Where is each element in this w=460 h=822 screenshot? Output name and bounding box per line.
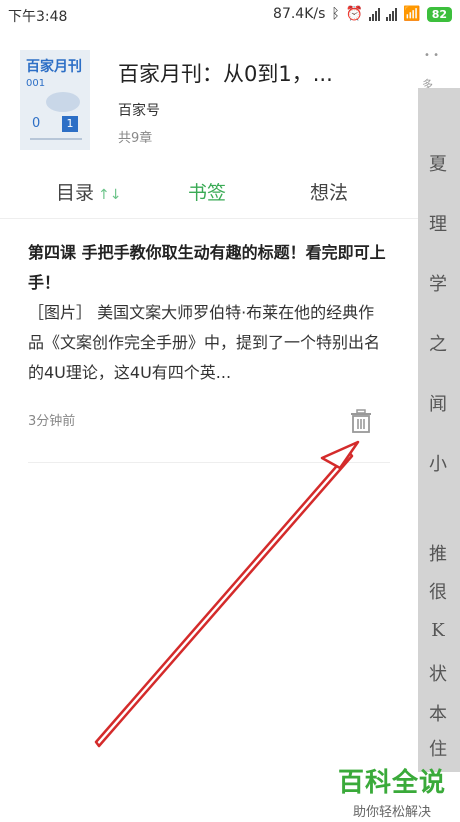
background-glyph: 之 (429, 334, 447, 355)
cover-issue: 001 (26, 78, 46, 89)
tab-label: 目录 (56, 182, 95, 204)
battery-indicator: 82 (426, 6, 452, 22)
cover-caption-line (30, 138, 82, 140)
item-divider (28, 462, 390, 463)
bookmark-title: 第四课 手把手教你取生动有趣的标题！看完即可上手！ (28, 243, 386, 292)
tab-notes[interactable]: 想法 (310, 178, 348, 205)
background-glyph: 理 (429, 214, 447, 235)
background-glyph: 本 (429, 704, 447, 725)
watermark-logo: 百科全说 助你轻松解决 (332, 762, 452, 820)
cover-illustration (46, 92, 80, 112)
background-glyph: K (431, 620, 445, 641)
watermark-main: 百科全说 (337, 768, 446, 798)
background-glyph: 很 (429, 582, 447, 603)
wifi-icon: 📶 (403, 6, 421, 22)
tab-bookmarks[interactable]: 书签 (188, 178, 226, 205)
alarm-icon: ⏰ (345, 6, 364, 22)
background-glyph: 闻 (429, 394, 447, 415)
background-glyph: 状 (429, 664, 447, 685)
network-speed: 87.4K/s (273, 6, 326, 22)
cover-zero: 0 (32, 116, 41, 131)
book-cover[interactable]: 百家月刊 001 0 1 (20, 50, 90, 150)
bookmark-item[interactable]: 第四课 手把手教你取生动有趣的标题！看完即可上手！ ［图片］ 美国文案大师罗伯特… (28, 238, 390, 388)
background-dots: • • (424, 50, 439, 61)
book-drawer: 百家月刊 001 0 1 百家月刊：从0到1，... 百家号 共9章 目录 ↑↓ … (0, 30, 418, 772)
background-glyph: 夏 (429, 154, 447, 175)
status-bar: 下午3:48 87.4K/s ᛒ ⏰ 📶 82 (0, 0, 460, 30)
bookmark-time: 3分钟前 (28, 414, 76, 429)
bluetooth-icon: ᛒ (331, 6, 340, 22)
background-glyph: 住 (429, 739, 447, 760)
bookmark-excerpt: ［图片］ 美国文案大师罗伯特·布莱在他的经典作品《文案创作完全手册》中，提到了一… (28, 303, 381, 382)
background-glyph: 推 (429, 544, 447, 565)
signal-icon-2 (386, 7, 398, 21)
book-author[interactable]: 百家号 (118, 100, 160, 120)
trash-icon[interactable] (348, 408, 374, 434)
sort-icon[interactable]: ↑↓ (98, 187, 121, 203)
drawer-tabs: 目录 ↑↓ 书签 想法 (0, 166, 418, 218)
watermark-subtitle: 助你轻松解决 (352, 805, 431, 820)
status-time: 下午3:48 (8, 9, 68, 25)
status-indicators: 87.4K/s ᛒ ⏰ 📶 82 (273, 6, 452, 22)
cover-title: 百家月刊 (26, 59, 82, 75)
cover-one: 1 (62, 116, 78, 132)
signal-icon (369, 7, 381, 21)
tab-divider (0, 218, 418, 219)
tab-table-of-contents[interactable]: 目录 ↑↓ (56, 178, 121, 205)
background-page-header: • • 多 (418, 30, 460, 91)
book-title[interactable]: 百家月刊：从0到1，... (118, 58, 408, 88)
background-glyph: 学 (429, 274, 447, 295)
chapter-count: 共9章 (118, 131, 153, 146)
background-glyph: 小 (429, 454, 447, 475)
